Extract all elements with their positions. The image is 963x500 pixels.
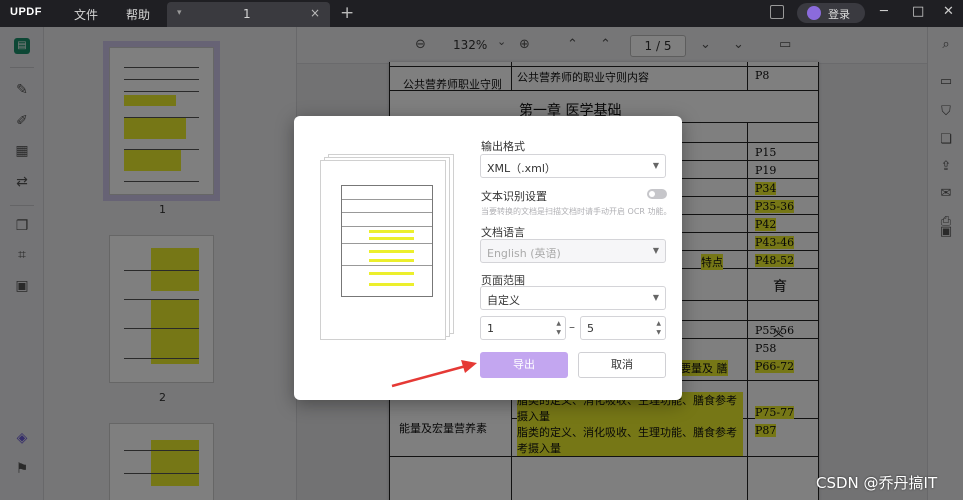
close-tab-icon[interactable]: × <box>310 6 320 20</box>
close-window-icon[interactable]: ✕ <box>943 4 954 19</box>
title-bar: UPDF 文件 帮助 ▾ 1 × + 登录 ─ □ ✕ <box>0 0 963 27</box>
chevron-down-icon: ▼ <box>652 246 659 255</box>
chevron-down-icon[interactable]: ▾ <box>177 8 182 18</box>
range-to-value: 5 <box>587 322 594 335</box>
doc-language-select[interactable]: English (英语) ▼ <box>480 239 666 263</box>
login-label: 登录 <box>828 8 850 21</box>
page-range-select[interactable]: 自定义 ▼ <box>480 286 666 310</box>
cancel-button[interactable]: 取消 <box>578 352 666 378</box>
ocr-label: 文本识别设置 <box>481 190 547 203</box>
output-format-value: XML（.xml） <box>487 162 556 175</box>
watermark: CSDN @乔丹搞IT <box>816 474 938 492</box>
minimize-icon[interactable]: ─ <box>880 4 888 19</box>
chevron-down-icon: ▼ <box>652 293 659 302</box>
chevron-down-icon: ▼ <box>652 161 659 170</box>
menu-file[interactable]: 文件 <box>74 6 98 23</box>
output-format-label: 输出格式 <box>481 140 525 153</box>
range-separator: – <box>569 320 575 334</box>
tab-title: 1 <box>243 7 251 21</box>
avatar-icon <box>807 6 821 20</box>
page-range-value: 自定义 <box>487 294 520 307</box>
range-from-value: 1 <box>487 322 494 335</box>
add-tab-icon[interactable]: + <box>340 3 354 23</box>
window-layout-icon[interactable] <box>770 5 784 19</box>
app-logo: UPDF <box>10 6 42 18</box>
doc-language-label: 文档语言 <box>481 226 525 239</box>
output-format-select[interactable]: XML（.xml） ▼ <box>480 154 666 178</box>
doc-language-value: English (英语) <box>487 247 561 260</box>
stepper-icon[interactable]: ▲ ▼ <box>656 319 661 337</box>
menu-help[interactable]: 帮助 <box>126 6 150 23</box>
ocr-hint: 当要转换的文档是扫描文档时请手动开启 OCR 功能。 <box>481 207 672 216</box>
ocr-toggle[interactable] <box>647 189 667 199</box>
export-button[interactable]: 导出 <box>480 352 568 378</box>
document-tab[interactable]: ▾ 1 × <box>167 2 330 27</box>
range-to-input[interactable]: 5 ▲ ▼ <box>580 316 666 340</box>
maximize-icon[interactable]: □ <box>912 4 924 19</box>
range-from-input[interactable]: 1 ▲ ▼ <box>480 316 566 340</box>
login-button[interactable]: 登录 <box>797 3 865 23</box>
export-dialog: 输出格式 XML（.xml） ▼ 文本识别设置 当要转换的文档是扫描文档时请手动… <box>294 116 682 400</box>
stepper-icon[interactable]: ▲ ▼ <box>556 319 561 337</box>
